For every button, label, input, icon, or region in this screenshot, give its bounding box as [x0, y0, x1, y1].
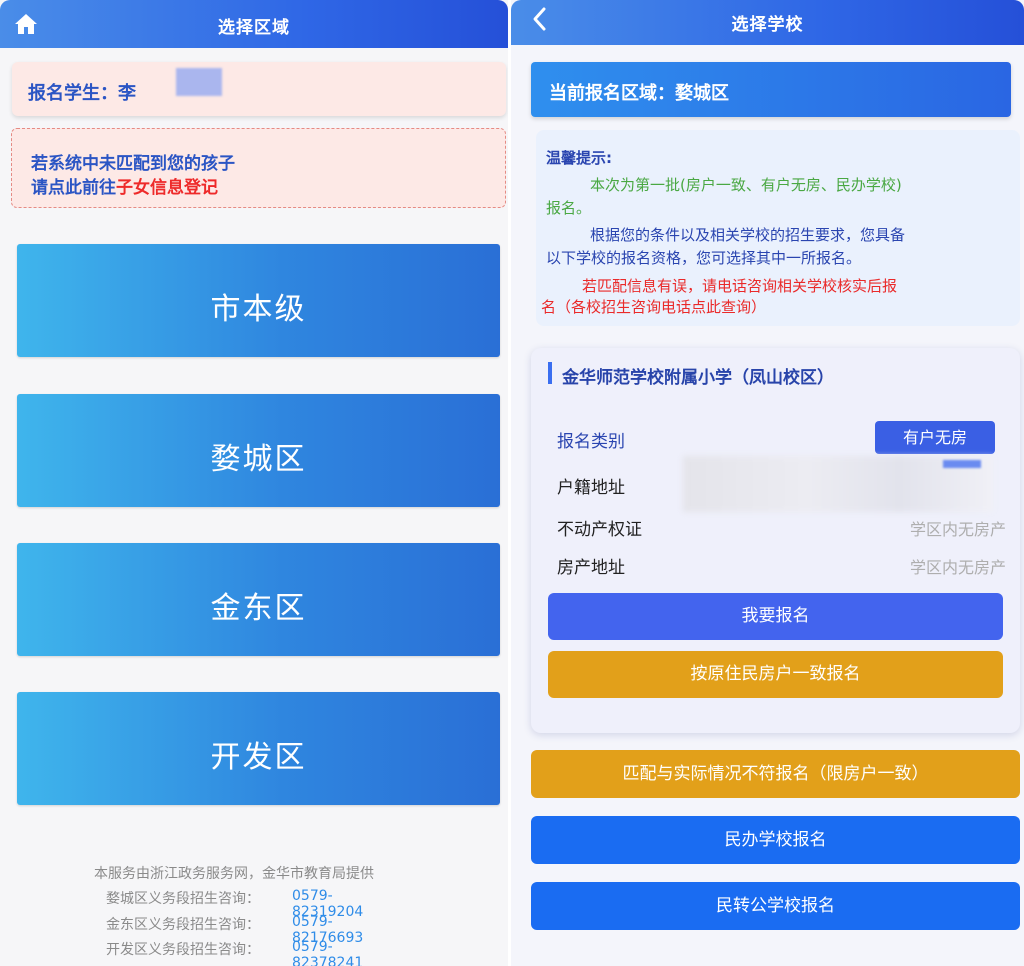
current-area-bar: 当前报名区域：婺城区 [531, 62, 1011, 117]
notice-text: 本次为第一批(房户一致、有户无房、民办学校) [590, 176, 902, 194]
apply-button[interactable]: 我要报名 [548, 593, 1003, 640]
footer-consult-line: 开发区义务段招生咨询： 0579-82378241 [106, 939, 363, 966]
private-to-public-apply-button[interactable]: 民转公学校报名 [531, 882, 1020, 930]
region-button-jindong[interactable]: 金东区 [17, 543, 500, 656]
property-cert-label: 不动产权证 [557, 520, 642, 540]
title-accent-bar [548, 362, 552, 384]
consult-label: 婺城区义务段招生咨询： [106, 891, 260, 907]
notice-text: 以下学校的报名资格，您可选择其中一所报名。 [546, 249, 862, 267]
hukou-address-label: 户籍地址 [557, 478, 625, 498]
region-label: 金东区 [210, 591, 307, 626]
page-title: 选择学校 [731, 15, 804, 35]
consult-label: 开发区义务段招生咨询： [106, 942, 260, 958]
property-address-label: 房产地址 [557, 558, 625, 578]
current-area-label: 当前报名区域：婺城区 [549, 83, 729, 104]
match-hint-prefix: 请点此前往 [31, 178, 116, 198]
notice-text: 根据您的条件以及相关学校的招生要求，您具备 [590, 226, 906, 244]
enroll-type-badge: 有户无房 [875, 421, 995, 454]
notice-text: 报名。 [546, 199, 592, 217]
region-button-wucheng[interactable]: 婺城区 [17, 394, 500, 507]
page-title: 选择区域 [218, 18, 290, 38]
region-label: 市本级 [210, 292, 307, 327]
school-card: 金华师范学校附属小学（凤山校区） 报名类别 有户无房 户籍地址 不动产权证 学区… [531, 348, 1020, 733]
child-registration-link[interactable]: 若系统中未匹配到您的孩子 请点此前往子女信息登记 [11, 128, 506, 208]
school-select-screen: 选择学校 当前报名区域：婺城区 温馨提示: 本次为第一批(房户一致、有户无房、民… [511, 0, 1024, 966]
region-button-city[interactable]: 市本级 [17, 244, 500, 357]
consult-label: 金东区义务段招生咨询： [106, 917, 260, 933]
notice-warning: 若匹配信息有误，请电话咨询相关学校核实后报 [582, 277, 898, 295]
resident-apply-button[interactable]: 按原住民房户一致报名 [548, 651, 1003, 698]
footer-consult-line: 金东区义务段招生咨询： 0579-82176693 [106, 914, 363, 946]
notice-card: 温馨提示: 本次为第一批(房户一致、有户无房、民办学校) 报名。 根据您的条件以… [536, 130, 1020, 326]
region-button-kaifa[interactable]: 开发区 [17, 692, 500, 805]
enroll-type-label: 报名类别 [557, 432, 625, 452]
redacted-address-accent [943, 460, 981, 468]
footer-provider: 本服务由浙江政务服务网，金华市教育局提供 [94, 866, 374, 882]
match-hint-line1: 若系统中未匹配到您的孩子 [31, 154, 235, 174]
student-name-label: 报名学生：李 [28, 83, 136, 104]
consult-phone-lookup-link[interactable]: 名（各校招生咨询电话点此查询） [541, 296, 766, 319]
region-label: 开发区 [210, 740, 307, 775]
footer-consult-line: 婺城区义务段招生咨询： 0579-82319204 [106, 888, 363, 920]
redacted-name [176, 68, 222, 96]
property-cert-value: 学区内无房产 [909, 520, 1006, 539]
region-select-screen: 选择区域 报名学生：李 若系统中未匹配到您的孩子 请点此前往子女信息登记 市本级… [0, 0, 508, 966]
school-name: 金华师范学校附属小学（凤山校区） [562, 368, 834, 388]
child-info-register-link[interactable]: 子女信息登记 [116, 178, 218, 198]
mismatch-apply-button[interactable]: 匹配与实际情况不符报名（限房户一致） [531, 750, 1020, 798]
property-address-value: 学区内无房产 [909, 558, 1006, 577]
student-card: 报名学生：李 [12, 62, 506, 116]
header-bar: 选择学校 [511, 0, 1024, 45]
header-bar: 选择区域 [0, 0, 508, 48]
notice-title: 温馨提示: [546, 149, 612, 167]
private-school-apply-button[interactable]: 民办学校报名 [531, 816, 1020, 864]
region-label: 婺城区 [210, 442, 307, 477]
match-hint-line2: 请点此前往子女信息登记 [31, 173, 218, 198]
consult-phone-link[interactable]: 0579-82378241 [292, 939, 363, 966]
